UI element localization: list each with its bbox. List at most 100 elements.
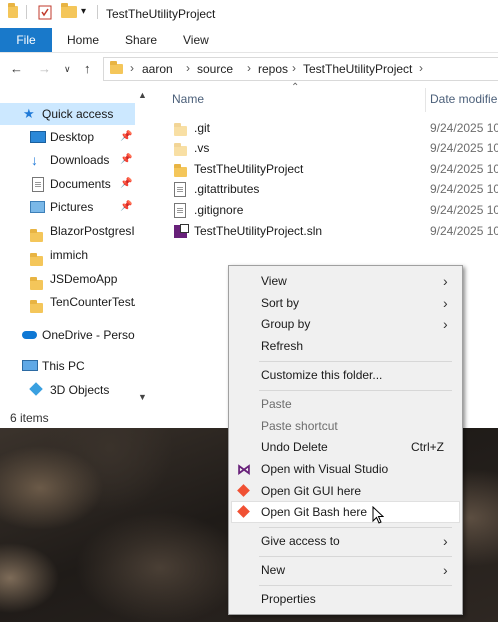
scroll-down-icon[interactable]: ▼ [138, 392, 147, 402]
menu-item-view[interactable]: View › [231, 270, 460, 292]
shortcut-label: Ctrl+Z [411, 440, 444, 454]
nav-pictures[interactable]: Pictures 📌 [0, 196, 135, 218]
submenu-arrow-icon: › [443, 562, 448, 578]
up-arrow-icon[interactable]: ↑ [84, 61, 91, 76]
menu-item-paste-shortcut[interactable]: Paste shortcut [231, 415, 460, 437]
menu-item-new[interactable]: New › [231, 559, 460, 581]
breadcrumb-source[interactable]: source [197, 62, 233, 76]
nav-onedrive[interactable]: OneDrive - Person [0, 324, 135, 346]
menu-separator [259, 556, 452, 557]
folder-icon [30, 275, 43, 290]
menu-separator [259, 390, 452, 391]
breadcrumb-repos[interactable]: repos [258, 62, 288, 76]
menu-item-open-git-gui[interactable]: Open Git GUI here [231, 480, 460, 502]
column-divider[interactable] [425, 88, 426, 112]
file-row[interactable]: TestTheUtilityProject.sln 9/24/2025 10: [170, 221, 498, 241]
menu-item-open-with-visual-studio[interactable]: ⋈ Open with Visual Studio [231, 458, 460, 480]
file-name: TestTheUtilityProject.sln [194, 224, 323, 238]
breadcrumb-separator-icon[interactable]: › [186, 61, 190, 75]
file-name: .git [194, 121, 211, 135]
breadcrumb-aaron[interactable]: aaron [142, 62, 173, 76]
file-date: 9/24/2025 10: [430, 203, 498, 217]
menu-item-paste[interactable]: Paste [231, 393, 460, 415]
menu-item-sort-by[interactable]: Sort by › [231, 292, 460, 314]
navigation-scrollbar[interactable]: ▲ ▼ [135, 88, 152, 406]
item-count: 6 items [10, 411, 49, 425]
nav-desktop[interactable]: Desktop 📌 [0, 126, 135, 148]
tab-home[interactable]: Home [67, 28, 99, 52]
breadcrumb-separator-icon[interactable]: › [130, 61, 134, 75]
breadcrumb-separator-icon[interactable]: › [292, 61, 296, 75]
star-icon: ★ [23, 106, 35, 121]
address-bar[interactable]: › aaron › source › repos › TestTheUtilit… [103, 57, 498, 81]
menu-item-open-git-bash[interactable]: Open Git Bash here [231, 501, 460, 523]
breadcrumb-current-folder[interactable]: TestTheUtilityProject [303, 62, 412, 76]
file-row[interactable]: .gitattributes 9/24/2025 10: [170, 179, 498, 199]
folder-icon [30, 227, 43, 242]
file-date: 9/24/2025 10: [430, 141, 498, 155]
file-name: .vs [194, 141, 210, 155]
new-folder-icon[interactable] [61, 3, 77, 21]
desktop-icon [30, 131, 46, 143]
nav-quick-access[interactable]: ★ Quick access [0, 103, 135, 125]
cube-icon [29, 382, 43, 396]
nav-this-pc[interactable]: This PC [0, 355, 135, 377]
breadcrumb-separator-icon[interactable]: › [247, 61, 251, 75]
nav-tencountertesta[interactable]: TenCounterTestA [0, 291, 135, 313]
tab-share[interactable]: Share [125, 28, 157, 52]
nav-documents[interactable]: Documents 📌 [0, 173, 135, 195]
file-row[interactable]: .git 9/24/2025 10: [170, 118, 498, 138]
file-date: 9/24/2025 10: [430, 224, 498, 238]
recent-locations-chevron-icon[interactable]: ∨ [64, 64, 71, 75]
divider [97, 5, 98, 19]
breadcrumb-separator-icon[interactable]: › [419, 61, 423, 75]
visual-studio-icon: ⋈ [237, 461, 251, 477]
folder-icon [110, 61, 123, 77]
column-header-name[interactable]: Name [172, 92, 204, 106]
customize-toolbar-icon[interactable]: ▾ [81, 6, 86, 17]
folder-icon [30, 298, 43, 313]
scroll-up-icon[interactable]: ▲ [138, 90, 147, 100]
menu-item-give-access-to[interactable]: Give access to › [231, 530, 460, 552]
pin-icon[interactable]: 📌 [120, 196, 132, 218]
folder-icon [8, 3, 18, 21]
menu-item-group-by[interactable]: Group by › [231, 313, 460, 335]
nav-downloads[interactable]: ↓ Downloads 📌 [0, 149, 135, 171]
git-icon [237, 505, 251, 519]
title-bar: ▾ TestTheUtilityProject [0, 0, 498, 28]
menu-separator [259, 585, 452, 586]
menu-item-undo-delete[interactable]: Undo Delete Ctrl+Z [231, 436, 460, 458]
back-arrow-icon[interactable]: ← [10, 61, 23, 76]
pin-icon[interactable]: 📌 [120, 149, 132, 171]
tab-file[interactable]: File [0, 28, 52, 52]
file-row[interactable]: .vs 9/24/2025 10: [170, 138, 498, 158]
file-name: .gitignore [194, 203, 244, 217]
git-icon [237, 484, 251, 498]
navigation-pane: ★ Quick access Desktop 📌 ↓ Downloads 📌 D… [0, 88, 152, 406]
submenu-arrow-icon: › [443, 316, 448, 332]
submenu-arrow-icon: › [443, 295, 448, 311]
file-date: 9/24/2025 10: [430, 182, 498, 196]
context-menu: View › Sort by › Group by › Refresh Cust… [228, 265, 463, 615]
menu-item-properties[interactable]: Properties [231, 588, 460, 610]
tab-view[interactable]: View [183, 28, 209, 52]
pin-icon[interactable]: 📌 [120, 173, 132, 195]
pin-icon[interactable]: 📌 [120, 126, 132, 148]
file-row[interactable]: TestTheUtilityProject 9/24/2025 10: [170, 159, 498, 179]
menu-item-refresh[interactable]: Refresh [231, 335, 460, 357]
file-name: .gitattributes [194, 182, 260, 196]
forward-arrow-icon[interactable]: → [38, 61, 51, 76]
document-icon [32, 177, 44, 195]
sort-ascending-icon: ⌃ [291, 82, 300, 93]
divider [26, 5, 27, 19]
properties-icon[interactable] [38, 4, 52, 23]
nav-jsdemoapp[interactable]: JSDemoApp [0, 268, 135, 290]
nav-blazorpostgresid[interactable]: BlazorPostgresId [0, 220, 135, 242]
nav-immich[interactable]: immich [0, 244, 135, 266]
submenu-arrow-icon: › [443, 273, 448, 289]
menu-item-customize-folder[interactable]: Customize this folder... [231, 364, 460, 386]
nav-3d-objects[interactable]: 3D Objects [0, 379, 135, 401]
file-row[interactable]: .gitignore 9/24/2025 10: [170, 200, 498, 220]
column-header-date-modified[interactable]: Date modifie [430, 92, 497, 106]
submenu-arrow-icon: › [443, 533, 448, 549]
